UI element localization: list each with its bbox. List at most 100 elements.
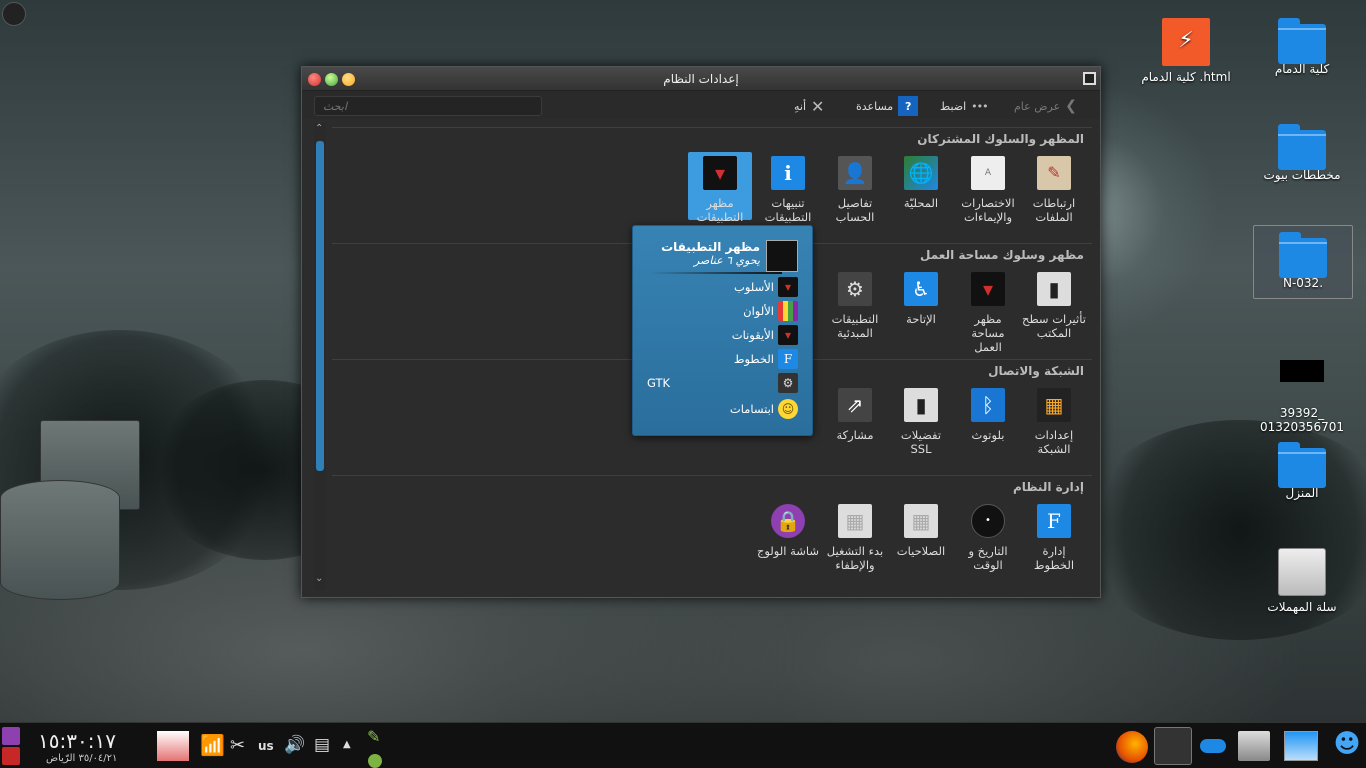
shutdown-icon[interactable] [2,747,20,765]
quit-label: أنهِ [794,99,807,113]
clock-time[interactable]: ١٥:٣٠:١٧ [38,729,116,753]
share-icon: ⇗ [838,388,872,422]
desktop-icon-label: N-032. [1282,276,1324,290]
volume-icon[interactable]: 🔊 [284,735,305,755]
item-label: تأثيرات سطح المكتب [1022,312,1086,340]
scrollbar-thumb[interactable] [316,141,324,471]
desktop-icon-home[interactable]: المنزل [1252,442,1352,500]
lock-screen-icon[interactable] [2,727,20,745]
desktop-icon-dammam-html[interactable]: ⚡ كلية الدمام .html [1136,18,1236,84]
quit-button[interactable]: أنهِ ✕ [794,95,824,117]
item-sharing[interactable]: ⇗ مشاركة [823,388,887,442]
item-label: الإتاحة [906,312,936,326]
item-network-settings[interactable]: ▦ إعدادات الشبكة [1022,388,1086,456]
desktop-icon-label: 39392_ 01320356701 [1260,406,1344,434]
item-shortcuts[interactable]: A الاختصارات والإيماءات [956,156,1020,224]
user-icon: 👤 [838,156,872,190]
help-button[interactable]: مساعدة ? [856,95,919,117]
item-file-associations[interactable]: ✎ ارتباطات الملفات [1022,156,1086,224]
item-label: التطبيقات المبدئية [831,312,879,340]
toggle-icon[interactable] [1200,739,1226,753]
app-launcher-icon[interactable]: ☻ [1332,729,1362,763]
item-startup-shutdown[interactable]: ▦ بدء التشغيل والإطفاء [823,504,887,572]
item-label: مشاركة [836,428,874,442]
system-settings-task-icon[interactable] [1154,727,1192,765]
item-label: شاشة الولوج [756,544,820,558]
tooltip-item-label: الألوان [743,304,774,318]
accessibility-icon: ♿ [904,272,938,306]
tooltip-item: ابتسامات ☺ [730,398,798,420]
tuxedo-icon: ▾ [703,156,737,190]
item-bluetooth[interactable]: ᛒ بلوتوث [956,388,1020,442]
desktop-grid-icon[interactable] [1284,731,1318,761]
pen-icon[interactable]: ✎ [367,727,380,746]
desktop-icon-trash[interactable]: سلة المهملات [1252,548,1352,614]
scissors-icon[interactable]: ✂ [230,735,245,756]
help-icon: ? [898,96,919,116]
tooltip-item: الأيقونات ▾ [732,324,798,346]
taskbar: ١٥:٣٠:١٧ ٣٥/٠٤/٢١ الرّياض 📶 ✂ us 🔊 ▤ ▲ ✎… [0,722,1366,768]
item-label: بلوتوث [971,428,1005,442]
tooltip-header: مظهر التطبيقات يحوي ٦ عناصر [661,240,760,267]
item-locale[interactable]: 🌐 المحليّة [889,156,953,210]
item-label: تفضيلات SSL [900,428,942,456]
keyboard-layout[interactable]: us [258,739,274,753]
system-monitor-icon[interactable] [157,731,189,761]
scroll-up-icon[interactable]: ⌃ [315,123,323,134]
item-ssl[interactable]: ▮ تفضيلات SSL [889,388,953,456]
item-date-time[interactable]: • التاريخ و الوقت [956,504,1020,572]
item-permissions[interactable]: ▦ الصلاحيات [889,504,953,558]
overview-button[interactable]: عرض عام ❮ [1014,95,1077,117]
ssl-icon: ▮ [904,388,938,422]
desktop-icon-n032[interactable]: N-032. [1253,225,1353,299]
item-label: المحليّة [903,196,939,210]
close-x-icon: ✕ [811,96,825,116]
wifi-icon[interactable]: 📶 [200,733,225,757]
tray-expand-icon[interactable]: ▲ [343,739,351,750]
lock-icon: 🔒 [771,504,805,538]
clipboard-icon[interactable]: ▤ [314,735,330,755]
desktop-icon-image-file[interactable]: 39392_ 01320356701 [1252,346,1352,434]
status-dot-icon [368,754,382,768]
item-desktop-effects[interactable]: ▮ تأثيرات سطح المكتب [1022,272,1086,340]
firefox-icon[interactable] [1116,731,1148,763]
item-label: ارتباطات الملفات [1032,196,1076,224]
desktop-icon-label: سلة المهملات [1267,600,1337,614]
search-input[interactable] [314,96,542,116]
image-file-icon [1280,360,1324,382]
tooltip-item: الألوان [743,300,798,322]
font-icon: F [778,349,798,369]
trash-icon [1278,548,1326,596]
help-label: مساعدة [856,99,894,113]
font-icon: F [1037,504,1071,538]
tooltip-item-label: الأسلوب [734,280,774,294]
item-default-applications[interactable]: ⚙ التطبيقات المبدئية [823,272,887,340]
item-application-style[interactable]: ▾ مظهر التطبيقات [688,152,752,224]
desktop-icon-house-plans[interactable]: مخططات بيوت [1252,124,1352,182]
window-titlebar[interactable]: إعدادات النظام [302,67,1100,91]
section-title: إدارة النظام [1012,480,1084,494]
scrollbar[interactable]: ⌃ ⌄ [314,123,326,591]
tooltip-item: GTK ⚙ [647,372,798,394]
bluetooth-icon: ᛒ [971,388,1005,422]
item-label: الصلاحيات [896,544,946,558]
configure-button[interactable]: اضبط ••• [940,95,989,117]
window-menu-icon[interactable] [1083,72,1096,85]
item-login-screen[interactable]: 🔒 شاشة الولوج [756,504,820,558]
item-workspace-appearance[interactable]: ▾ مظهر مساحة العمل [956,272,1020,354]
home-folder-icon [1278,442,1326,488]
file-manager-icon[interactable] [1238,731,1270,761]
html-file-icon: ⚡ [1162,18,1210,66]
item-accessibility[interactable]: ♿ الإتاحة [889,272,953,326]
desktop-icon-label: مخططات بيوت [1263,168,1341,182]
desktop-toolbox-icon[interactable] [2,2,26,26]
tuxedo-icon: ▾ [778,277,798,297]
item-font-management[interactable]: F إدارة الخطوط [1022,504,1086,572]
back-arrow-icon: ❮ [1065,98,1077,114]
item-account-details[interactable]: 👤 تفاصيل الحساب [823,156,887,224]
item-label: إدارة الخطوط [1033,544,1075,572]
section-shared-appearance: المظهر والسلوك المشتركان ✎ ارتباطات المل… [332,127,1092,241]
network-icon: ▦ [1037,388,1071,422]
scroll-down-icon[interactable]: ⌄ [315,573,323,584]
desktop-icon-dammam-folder[interactable]: كلية الدمام [1252,18,1352,76]
